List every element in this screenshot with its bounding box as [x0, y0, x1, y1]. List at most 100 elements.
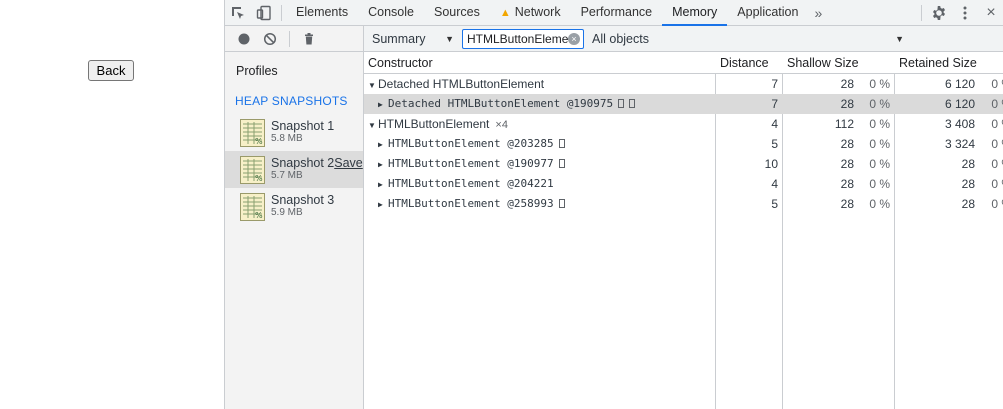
shallow-size-percent: 0 % — [869, 197, 890, 211]
shallow-size-value: 28 — [840, 77, 854, 91]
device-toolbar-icon[interactable] — [251, 0, 277, 26]
shallow-size-value: 28 — [840, 137, 854, 151]
svg-text:%: % — [255, 137, 263, 146]
shallow-size-value: 28 — [840, 197, 854, 211]
object-id: @258993 — [507, 197, 554, 210]
snapshot-item-2[interactable]: % Snapshot 2Save 5.7 MB — [225, 151, 363, 188]
table-header: Constructor Distance Shallow Size Retain… — [364, 53, 1003, 74]
kebab-menu-icon[interactable] — [952, 0, 978, 26]
collapsed-triangle-icon[interactable]: ▶ — [378, 95, 388, 114]
heap-snapshot-icon: % — [240, 119, 265, 147]
instance-count: ×4 — [495, 119, 508, 131]
constructor-name: HTMLButtonElement — [388, 197, 501, 210]
tab-sources[interactable]: Sources — [424, 0, 490, 26]
table-row[interactable]: ▶ HTMLButtonElement @190977 10 28 0 % 28 0 … — [364, 154, 1003, 174]
shallow-size-value: 112 — [834, 117, 854, 131]
column-shallow-size[interactable]: Shallow Size — [783, 53, 859, 74]
snapshot-item-3[interactable]: % Snapshot 3 5.9 MB — [225, 188, 363, 225]
constructor-name: Detached HTMLButtonElement — [378, 77, 545, 91]
chevron-down-icon: ▼ — [895, 33, 904, 44]
shallow-size-value: 28 — [840, 97, 854, 111]
distance-value: 5 — [771, 197, 778, 211]
column-retained-size[interactable]: Retained Size — [895, 53, 977, 74]
distance-value: 4 — [771, 177, 778, 191]
snapshot-item-1[interactable]: % Snapshot 1 5.8 MB — [225, 114, 363, 151]
page-viewport: Back Elements Console Sources ▲ Network P… — [0, 0, 1003, 409]
objects-select[interactable]: All objects ▼ — [584, 26, 1003, 52]
constructor-name: Detached HTMLButtonElement — [388, 97, 561, 110]
profiles-title: Profiles — [236, 64, 278, 78]
gear-icon[interactable] — [926, 0, 952, 26]
object-marker-icon — [558, 159, 565, 168]
retained-size-percent: 0 % — [991, 197, 1003, 211]
snapshot-name: Snapshot 3 — [271, 193, 335, 207]
clear-filter-icon[interactable]: × — [568, 32, 580, 45]
table-row[interactable]: ▶ Detached HTMLButtonElement @190975 7 28… — [364, 94, 1003, 114]
chevron-down-icon: ▼ — [445, 33, 454, 44]
column-distance[interactable]: Distance — [716, 53, 769, 74]
class-filter-input[interactable] — [467, 31, 569, 46]
devtools-panel: Elements Console Sources ▲ Network Perfor… — [224, 0, 1003, 409]
view-select[interactable]: Summary ▼ — [364, 26, 462, 52]
distance-value: 7 — [771, 77, 778, 91]
column-constructor[interactable]: Constructor — [364, 53, 433, 74]
snapshot-size: 5.7 MB — [271, 170, 303, 181]
object-id: @190977 — [507, 157, 554, 170]
retained-size-value: 28 — [961, 157, 975, 171]
clear-icon[interactable] — [259, 28, 281, 50]
retained-size-percent: 0 % — [991, 97, 1003, 111]
tab-console[interactable]: Console — [358, 0, 424, 26]
table-row[interactable]: ▶ HTMLButtonElement @203285 5 28 0 % 3 324… — [364, 134, 1003, 154]
tab-network[interactable]: ▲ Network — [490, 0, 571, 26]
close-icon[interactable]: × — [978, 0, 1003, 26]
tab-performance[interactable]: Performance — [571, 0, 663, 26]
table-row[interactable]: ▼ Detached HTMLButtonElement 7 28 0 % 6 12… — [364, 74, 1003, 94]
table-row[interactable]: ▼HTMLButtonElement ×4 4 112 0 % 3 408 0 % — [364, 114, 1003, 134]
distance-value: 7 — [771, 97, 778, 111]
toolbar-divider — [281, 4, 282, 21]
constructor-name: HTMLButtonElement — [388, 137, 501, 150]
table-row[interactable]: ▶HTMLButtonElement @204221 4 28 0 % 28 0 % — [364, 174, 1003, 194]
collapsed-triangle-icon[interactable]: ▶ — [378, 175, 388, 194]
record-icon[interactable] — [233, 28, 255, 50]
snapshot-size: 5.9 MB — [271, 207, 303, 218]
objects-select-value: All objects — [592, 31, 649, 46]
save-snapshot-link[interactable]: Save — [334, 156, 363, 170]
retained-size-value: 28 — [961, 197, 975, 211]
retained-size-percent: 0 % — [991, 117, 1003, 131]
toolbar-divider — [289, 30, 290, 47]
more-tabs-icon[interactable]: » — [808, 5, 828, 21]
retained-size-value: 6 120 — [944, 77, 975, 91]
shallow-size-percent: 0 % — [869, 177, 890, 191]
tab-application[interactable]: Application — [727, 0, 808, 26]
retained-size-value: 28 — [961, 177, 975, 191]
snapshot-name: Snapshot 1 — [271, 119, 335, 133]
object-marker-icon — [558, 139, 565, 148]
class-filter-field[interactable]: × — [462, 28, 584, 49]
object-marker-icon — [629, 99, 636, 108]
collapsed-triangle-icon[interactable]: ▶ — [378, 135, 388, 154]
table-row[interactable]: ▶HTMLButtonElement @258993 5 28 0 % 28 0 % — [364, 194, 1003, 214]
heap-snapshot-icon: % — [240, 156, 265, 184]
heap-table: Constructor Distance Shallow Size Retain… — [364, 53, 1003, 409]
back-button[interactable]: Back — [88, 60, 134, 81]
expanded-triangle-icon[interactable]: ▼ — [368, 76, 378, 94]
trash-icon[interactable] — [298, 28, 320, 50]
collapsed-triangle-icon[interactable]: ▶ — [378, 155, 388, 174]
shallow-size-percent: 0 % — [869, 77, 890, 91]
retained-size-percent: 0 % — [991, 137, 1003, 151]
shallow-size-percent: 0 % — [869, 97, 890, 111]
expanded-triangle-icon[interactable]: ▼ — [368, 116, 378, 134]
object-id: @190975 — [566, 97, 614, 110]
tab-memory[interactable]: Memory — [662, 0, 728, 26]
snapshot-name: Snapshot 2 — [271, 156, 335, 170]
profiles-toolbar — [225, 26, 363, 52]
profiles-sidebar: Profiles HEAP SNAPSHOTS % Snapshot 1 5.8… — [225, 26, 364, 409]
retained-size-value: 3 408 — [944, 117, 975, 131]
retained-size-percent: 0 % — [991, 157, 1003, 171]
tab-elements[interactable]: Elements — [286, 0, 358, 26]
object-marker-icon — [618, 99, 625, 108]
inspect-element-icon[interactable] — [225, 0, 251, 26]
retained-size-value: 6 120 — [944, 97, 975, 111]
collapsed-triangle-icon[interactable]: ▶ — [378, 195, 388, 214]
